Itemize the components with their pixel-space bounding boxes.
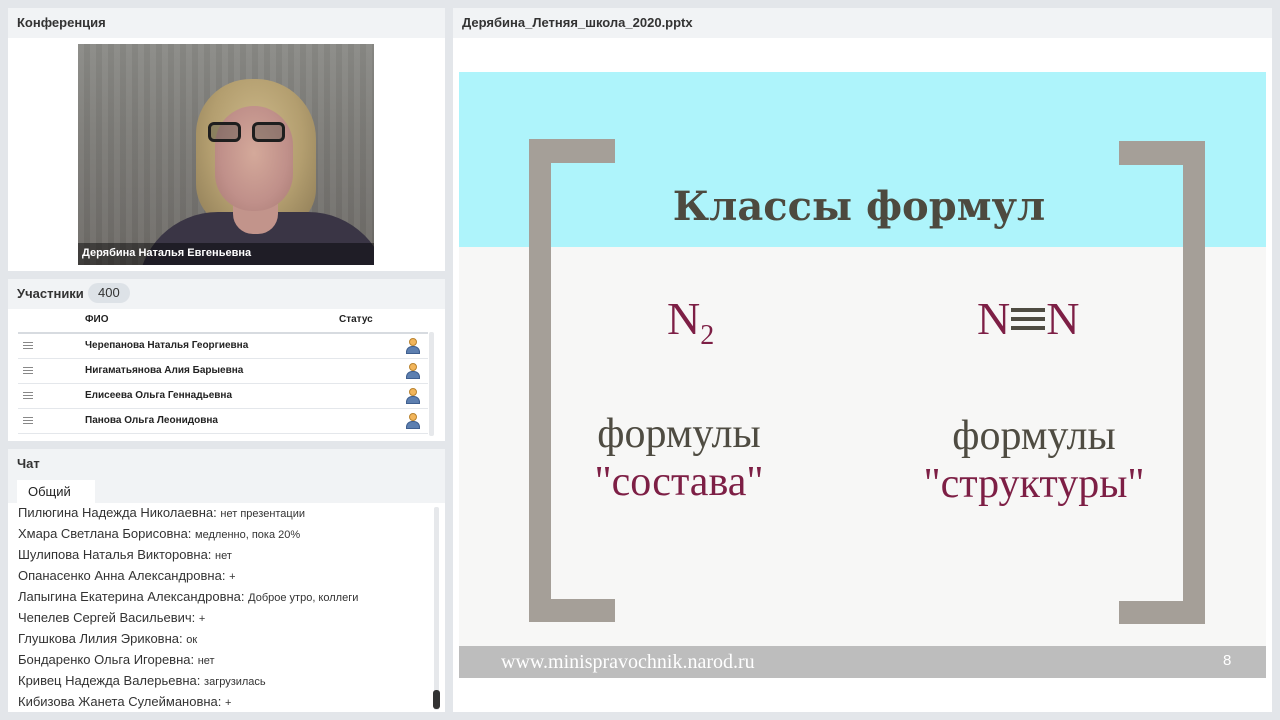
label-left-line2: "состава" xyxy=(594,459,764,505)
message-text: нет презентации xyxy=(220,508,306,520)
participants-title: Участники xyxy=(17,286,84,301)
formula-right-left-atom: N xyxy=(977,293,1011,344)
left-bracket-top xyxy=(529,139,615,163)
conference-title: Конференция xyxy=(17,15,106,30)
label-right-line2: "структуры" xyxy=(923,461,1145,507)
user-status-icon xyxy=(406,413,420,429)
list-item: Лапыгина Екатерина Александровна: Доброе… xyxy=(18,587,433,608)
participants-table: ФИО Статус Черепанова Наталья Георгиевна… xyxy=(18,312,428,434)
formula-structure: NN xyxy=(977,292,1079,345)
list-item: Кибизова Жанета Сулеймановна: + xyxy=(18,692,433,712)
message-text: + xyxy=(198,613,206,625)
list-item: Кривец Надежда Валерьевна: загрузилась xyxy=(18,671,433,692)
message-author: Бондаренко Ольга Игоревна: xyxy=(18,652,195,667)
message-author: Пилюгина Надежда Николаевна: xyxy=(18,505,217,520)
slide-band-edge xyxy=(459,247,1266,267)
column-name[interactable]: ФИО xyxy=(85,314,109,325)
message-text: Доброе утро, коллеги xyxy=(248,592,359,604)
list-item: Чепелев Сергей Васильевич: + xyxy=(18,608,433,629)
participant-name: Панова Ольга Леонидовна xyxy=(85,415,218,426)
participant-name: Нигаматьянова Алия Барыевна xyxy=(85,365,244,376)
right-bracket-top xyxy=(1119,141,1205,165)
message-author: Кибизова Жанета Сулеймановна: xyxy=(18,694,222,709)
participant-name: Елисеева Ольга Геннадьевна xyxy=(85,390,233,401)
list-item: Хмара Светлана Борисовна: медленно, пока… xyxy=(18,524,433,545)
conference-panel: Конференция Дерябина Наталья Евгеньевна xyxy=(8,8,445,271)
chat-messages: Пилюгина Надежда Николаевна: нет презент… xyxy=(18,503,433,712)
formula-left-base: N xyxy=(667,293,701,344)
participant-name: Черепанова Наталья Георгиевна xyxy=(85,340,249,351)
message-text: + xyxy=(229,571,236,583)
right-bracket-bottom xyxy=(1119,601,1205,624)
triple-bond-icon xyxy=(1011,308,1046,331)
slide-page-number: 8 xyxy=(1223,652,1232,669)
chat-scrollbar-track[interactable] xyxy=(434,507,439,710)
message-text: загрузилась xyxy=(204,676,266,688)
message-author: Опанасенко Анна Александровна: xyxy=(18,568,226,583)
table-row[interactable]: Елисеева Ольга Геннадьевна xyxy=(18,384,428,409)
label-composition: формулы "состава" xyxy=(569,410,789,506)
user-status-icon xyxy=(406,338,420,354)
slide-footer: www.minispravochnik.narod.ru 8 xyxy=(459,646,1266,678)
label-structure: формулы "структуры" xyxy=(899,412,1169,508)
message-text: нет xyxy=(215,550,232,562)
participants-panel: Участники 400 ФИО Статус Черепанова Ната… xyxy=(8,279,445,441)
chat-scrollbar-thumb[interactable] xyxy=(433,690,440,709)
label-right-line1: формулы xyxy=(952,413,1116,459)
message-text: ок xyxy=(186,634,198,646)
slide-footer-url: www.minispravochnik.narod.ru xyxy=(501,651,755,673)
table-row[interactable]: Панова Ольга Леонидовна xyxy=(18,409,428,434)
table-row[interactable]: Нигаматьянова Алия Барыевна xyxy=(18,359,428,384)
slide: Классы формул N2 NN формулы "состава" фо… xyxy=(459,72,1266,678)
message-author: Шулипова Наталья Викторовна: xyxy=(18,547,212,562)
column-status[interactable]: Статус xyxy=(339,314,373,325)
message-text: медленно, пока 20% xyxy=(195,529,301,541)
row-menu-icon[interactable] xyxy=(23,342,33,350)
message-text: нет xyxy=(197,655,215,667)
list-item: Опанасенко Анна Александровна: + xyxy=(18,566,433,587)
table-row[interactable]: Черепанова Наталья Георгиевна xyxy=(18,334,428,359)
presentation-panel: Дерябина_Летняя_школа_2020.pptx Классы ф… xyxy=(453,8,1272,712)
user-status-icon xyxy=(406,363,420,379)
list-item: Пилюгина Надежда Николаевна: нет презент… xyxy=(18,503,433,524)
presentation-filename: Дерябина_Летняя_школа_2020.pptx xyxy=(462,15,693,30)
participants-scrollbar[interactable] xyxy=(429,332,434,436)
message-author: Лапыгина Екатерина Александровна: xyxy=(18,589,245,604)
message-author: Глушкова Лилия Эриковна: xyxy=(18,631,183,646)
list-item: Бондаренко Ольга Игоревна: нет xyxy=(18,650,433,671)
participants-table-header: ФИО Статус xyxy=(18,312,428,334)
formula-composition: N2 xyxy=(667,292,714,352)
message-author: Чепелев Сергей Васильевич: xyxy=(18,610,196,625)
left-bracket-bottom xyxy=(529,599,615,622)
formula-left-subscript: 2 xyxy=(700,320,715,352)
row-menu-icon[interactable] xyxy=(23,392,33,400)
chat-title: Чат xyxy=(17,456,40,471)
list-item: Глушкова Лилия Эриковна: ок xyxy=(18,629,433,650)
message-author: Хмара Светлана Борисовна: xyxy=(18,526,192,541)
message-text: + xyxy=(225,697,232,709)
formula-right-right-atom: N xyxy=(1046,293,1080,344)
row-menu-icon[interactable] xyxy=(23,417,33,425)
tab-general[interactable]: Общий xyxy=(17,480,95,503)
slide-title: Классы формул xyxy=(672,183,1046,230)
speaker-glasses xyxy=(208,122,288,144)
speaker-name: Дерябина Наталья Евгеньевна xyxy=(78,243,374,265)
user-status-icon xyxy=(406,388,420,404)
label-left-line1: формулы xyxy=(597,411,761,457)
row-menu-icon[interactable] xyxy=(23,367,33,375)
speaker-video[interactable]: Дерябина Наталья Евгеньевна xyxy=(78,44,374,265)
chat-panel: Чат Общий Пилюгина Надежда Николаевна: н… xyxy=(8,449,445,712)
message-author: Кривец Надежда Валерьевна: xyxy=(18,673,201,688)
participants-count-badge: 400 xyxy=(88,283,130,303)
list-item: Шулипова Наталья Викторовна: нет xyxy=(18,545,433,566)
